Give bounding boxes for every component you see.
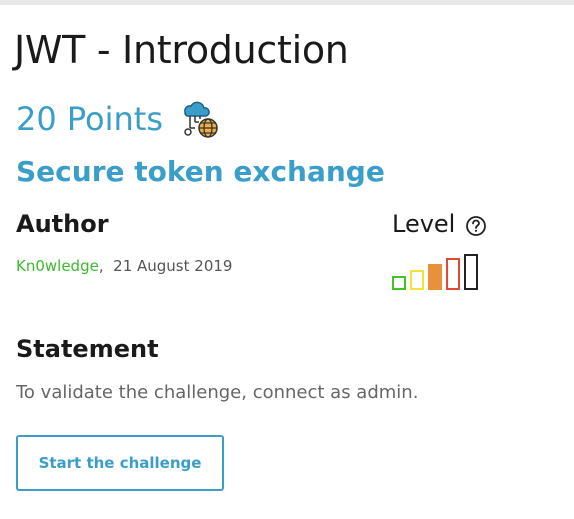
level-bar-4 bbox=[446, 258, 460, 290]
challenge-subtitle: Secure token exchange bbox=[16, 155, 385, 188]
points-value: 20 Points bbox=[16, 100, 164, 138]
page-title: JWT - Introduction bbox=[14, 28, 349, 72]
points-row: 20 Points bbox=[16, 98, 221, 140]
author-date: 21 August 2019 bbox=[113, 257, 233, 275]
level-bar-3 bbox=[428, 264, 442, 290]
cloud-network-globe-icon bbox=[184, 101, 218, 138]
author-info: Kn0wledge, 21 August 2019 bbox=[16, 257, 232, 275]
level-heading-row: Level bbox=[392, 210, 487, 238]
level-bar-5 bbox=[464, 254, 478, 290]
author-heading: Author bbox=[16, 210, 109, 238]
author-separator: , bbox=[98, 257, 104, 275]
level-heading: Level bbox=[392, 210, 456, 238]
statement-heading: Statement bbox=[16, 335, 159, 363]
author-link[interactable]: Kn0wledge bbox=[16, 257, 99, 275]
top-border bbox=[0, 0, 574, 5]
level-bar-1 bbox=[392, 276, 406, 290]
difficulty-level-bars bbox=[392, 254, 478, 290]
start-challenge-button[interactable]: Start the challenge bbox=[16, 435, 224, 491]
question-circle-icon[interactable] bbox=[465, 215, 487, 237]
level-bar-2 bbox=[410, 270, 424, 290]
statement-text: To validate the challenge, connect as ad… bbox=[16, 382, 419, 403]
